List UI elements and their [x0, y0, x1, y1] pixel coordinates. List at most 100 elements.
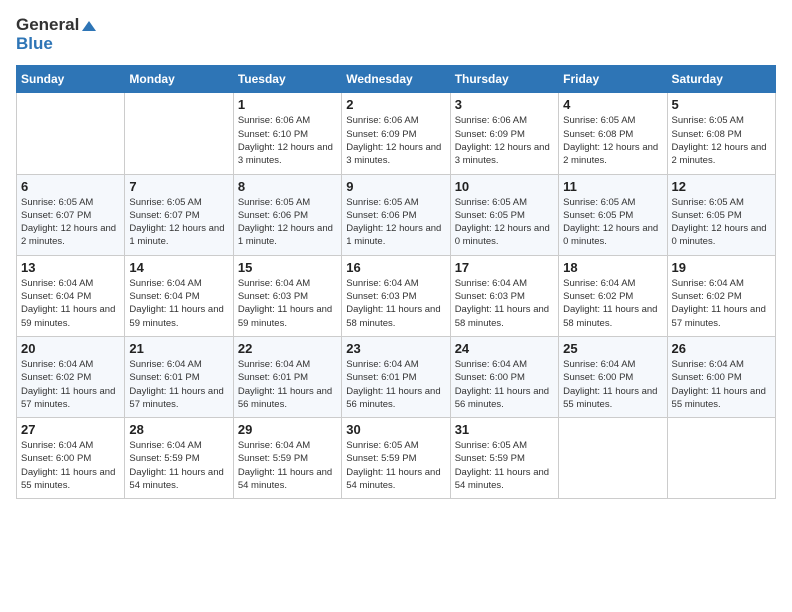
calendar-cell: 27Sunrise: 6:04 AM Sunset: 6:00 PM Dayli… — [17, 418, 125, 499]
day-info: Sunrise: 6:06 AM Sunset: 6:10 PM Dayligh… — [238, 114, 337, 167]
weekday-header: Sunday — [17, 66, 125, 93]
calendar-cell: 3 Sunrise: 6:06 AM Sunset: 6:09 PM Daylig… — [450, 93, 558, 174]
day-number: 12 — [672, 179, 771, 194]
day-info: Sunrise: 6:05 AM Sunset: 6:05 PM Dayligh… — [672, 196, 771, 249]
day-info: Sunrise: 6:04 AM Sunset: 6:01 PM Dayligh… — [238, 358, 337, 411]
calendar-cell: 14 Sunrise: 6:04 AM Sunset: 6:04 PM Dayli… — [125, 255, 233, 336]
weekday-header-row: SundayMondayTuesdayWednesdayThursdayFrid… — [17, 66, 776, 93]
day-number: 6 — [21, 179, 120, 194]
day-number: 3 — [455, 97, 554, 112]
day-number: 1 — [238, 97, 337, 112]
day-info: Sunrise: 6:04 AM Sunset: 6:00 PM Dayligh… — [563, 358, 662, 411]
day-info: Sunrise: 6:05 AM Sunset: 6:08 PM Dayligh… — [563, 114, 662, 167]
day-info: Sunrise: 6:04 AM Sunset: 6:00 PM Dayligh… — [21, 439, 120, 492]
calendar-cell: 26 Sunrise: 6:04 AM Sunset: 6:00 PM Dayli… — [667, 336, 775, 417]
day-info: Sunrise: 6:04 AM Sunset: 6:02 PM Dayligh… — [21, 358, 120, 411]
day-number: 7 — [129, 179, 228, 194]
day-number: 31 — [455, 422, 554, 437]
day-number: 13 — [21, 260, 120, 275]
calendar-cell: 8 Sunrise: 6:05 AM Sunset: 6:06 PM Daylig… — [233, 174, 341, 255]
calendar-cell: 18Sunrise: 6:04 AM Sunset: 6:02 PM Dayli… — [559, 255, 667, 336]
calendar-cell: 21 Sunrise: 6:04 AM Sunset: 6:01 PM Dayli… — [125, 336, 233, 417]
day-info: Sunrise: 6:06 AM Sunset: 6:09 PM Dayligh… — [455, 114, 554, 167]
day-info: Sunrise: 6:04 AM Sunset: 6:02 PM Dayligh… — [563, 277, 662, 330]
day-number: 15 — [238, 260, 337, 275]
day-number: 16 — [346, 260, 445, 275]
calendar-cell: 23 Sunrise: 6:04 AM Sunset: 6:01 PM Dayli… — [342, 336, 450, 417]
day-info: Sunrise: 6:04 AM Sunset: 6:03 PM Dayligh… — [346, 277, 445, 330]
calendar-cell: 2Sunrise: 6:06 AM Sunset: 6:09 PM Daylig… — [342, 93, 450, 174]
day-number: 2 — [346, 97, 445, 112]
day-number: 25 — [563, 341, 662, 356]
logo: General Blue — [16, 16, 96, 53]
day-info: Sunrise: 6:04 AM Sunset: 5:59 PM Dayligh… — [129, 439, 228, 492]
day-info: Sunrise: 6:04 AM Sunset: 6:02 PM Dayligh… — [672, 277, 771, 330]
day-info: Sunrise: 6:04 AM Sunset: 6:03 PM Dayligh… — [238, 277, 337, 330]
calendar-cell: 13Sunrise: 6:04 AM Sunset: 6:04 PM Dayli… — [17, 255, 125, 336]
page-header: General Blue — [16, 16, 776, 53]
day-number: 26 — [672, 341, 771, 356]
day-number: 19 — [672, 260, 771, 275]
calendar-cell: 19 Sunrise: 6:04 AM Sunset: 6:02 PM Dayli… — [667, 255, 775, 336]
calendar-cell: 31 Sunrise: 6:05 AM Sunset: 5:59 PM Dayli… — [450, 418, 558, 499]
calendar-cell: 10 Sunrise: 6:05 AM Sunset: 6:05 PM Dayli… — [450, 174, 558, 255]
day-info: Sunrise: 6:05 AM Sunset: 6:05 PM Dayligh… — [455, 196, 554, 249]
calendar-cell: 29 Sunrise: 6:04 AM Sunset: 5:59 PM Dayli… — [233, 418, 341, 499]
calendar-cell: 28 Sunrise: 6:04 AM Sunset: 5:59 PM Dayli… — [125, 418, 233, 499]
calendar-cell: 6 Sunrise: 6:05 AM Sunset: 6:07 PM Daylig… — [17, 174, 125, 255]
calendar-cell: 22 Sunrise: 6:04 AM Sunset: 6:01 PM Dayli… — [233, 336, 341, 417]
calendar-table: SundayMondayTuesdayWednesdayThursdayFrid… — [16, 65, 776, 499]
calendar-week-row: 13 Sunrise: 6:04 AM Sunset: 6:04 PM Dayli… — [17, 255, 776, 336]
day-info: Sunrise: 6:04 AM Sunset: 6:01 PM Dayligh… — [129, 358, 228, 411]
calendar-week-row: 20 Sunrise: 6:04 AM Sunset: 6:02 PM Dayli… — [17, 336, 776, 417]
calendar-cell — [667, 418, 775, 499]
day-number: 10 — [455, 179, 554, 194]
calendar-cell: 5Sunrise: 6:05 AM Sunset: 6:08 PM Daylig… — [667, 93, 775, 174]
day-number: 14 — [129, 260, 228, 275]
weekday-header: Tuesday — [233, 66, 341, 93]
calendar-cell: 12 Sunrise: 6:05 AM Sunset: 6:05 PM Dayli… — [667, 174, 775, 255]
day-info: Sunrise: 6:05 AM Sunset: 6:06 PM Dayligh… — [238, 196, 337, 249]
day-number: 29 — [238, 422, 337, 437]
day-info: Sunrise: 6:04 AM Sunset: 6:00 PM Dayligh… — [672, 358, 771, 411]
calendar-cell: 25 Sunrise: 6:04 AM Sunset: 6:00 PM Dayli… — [559, 336, 667, 417]
calendar-cell — [559, 418, 667, 499]
calendar-cell: 17 Sunrise: 6:04 AM Sunset: 6:03 PM Dayli… — [450, 255, 558, 336]
day-info: Sunrise: 6:04 AM Sunset: 5:59 PM Dayligh… — [238, 439, 337, 492]
day-number: 23 — [346, 341, 445, 356]
day-number: 22 — [238, 341, 337, 356]
day-info: Sunrise: 6:05 AM Sunset: 5:59 PM Dayligh… — [455, 439, 554, 492]
calendar-cell: 16 Sunrise: 6:04 AM Sunset: 6:03 PM Dayli… — [342, 255, 450, 336]
weekday-header: Saturday — [667, 66, 775, 93]
calendar-cell: 24Sunrise: 6:04 AM Sunset: 6:00 PM Dayli… — [450, 336, 558, 417]
day-number: 28 — [129, 422, 228, 437]
calendar-week-row: 27Sunrise: 6:04 AM Sunset: 6:00 PM Dayli… — [17, 418, 776, 499]
day-number: 9 — [346, 179, 445, 194]
day-info: Sunrise: 6:04 AM Sunset: 6:00 PM Dayligh… — [455, 358, 554, 411]
calendar-cell: 15 Sunrise: 6:04 AM Sunset: 6:03 PM Dayli… — [233, 255, 341, 336]
day-number: 30 — [346, 422, 445, 437]
calendar-cell — [17, 93, 125, 174]
day-info: Sunrise: 6:05 AM Sunset: 6:07 PM Dayligh… — [129, 196, 228, 249]
calendar-cell: 9Sunrise: 6:05 AM Sunset: 6:06 PM Daylig… — [342, 174, 450, 255]
day-info: Sunrise: 6:04 AM Sunset: 6:04 PM Dayligh… — [129, 277, 228, 330]
day-number: 17 — [455, 260, 554, 275]
day-info: Sunrise: 6:04 AM Sunset: 6:01 PM Dayligh… — [346, 358, 445, 411]
day-info: Sunrise: 6:05 AM Sunset: 5:59 PM Dayligh… — [346, 439, 445, 492]
calendar-cell: 30 Sunrise: 6:05 AM Sunset: 5:59 PM Dayli… — [342, 418, 450, 499]
calendar-week-row: 1 Sunrise: 6:06 AM Sunset: 6:10 PM Daylig… — [17, 93, 776, 174]
weekday-header: Thursday — [450, 66, 558, 93]
day-info: Sunrise: 6:05 AM Sunset: 6:07 PM Dayligh… — [21, 196, 120, 249]
calendar-cell: 7 Sunrise: 6:05 AM Sunset: 6:07 PM Daylig… — [125, 174, 233, 255]
calendar-cell: 4 Sunrise: 6:05 AM Sunset: 6:08 PM Daylig… — [559, 93, 667, 174]
day-number: 4 — [563, 97, 662, 112]
calendar-cell: 1 Sunrise: 6:06 AM Sunset: 6:10 PM Daylig… — [233, 93, 341, 174]
day-info: Sunrise: 6:05 AM Sunset: 6:08 PM Dayligh… — [672, 114, 771, 167]
day-number: 8 — [238, 179, 337, 194]
day-number: 20 — [21, 341, 120, 356]
day-info: Sunrise: 6:04 AM Sunset: 6:03 PM Dayligh… — [455, 277, 554, 330]
logo-text: General Blue — [16, 16, 96, 53]
calendar-week-row: 6 Sunrise: 6:05 AM Sunset: 6:07 PM Daylig… — [17, 174, 776, 255]
calendar-cell: 20 Sunrise: 6:04 AM Sunset: 6:02 PM Dayli… — [17, 336, 125, 417]
day-number: 21 — [129, 341, 228, 356]
